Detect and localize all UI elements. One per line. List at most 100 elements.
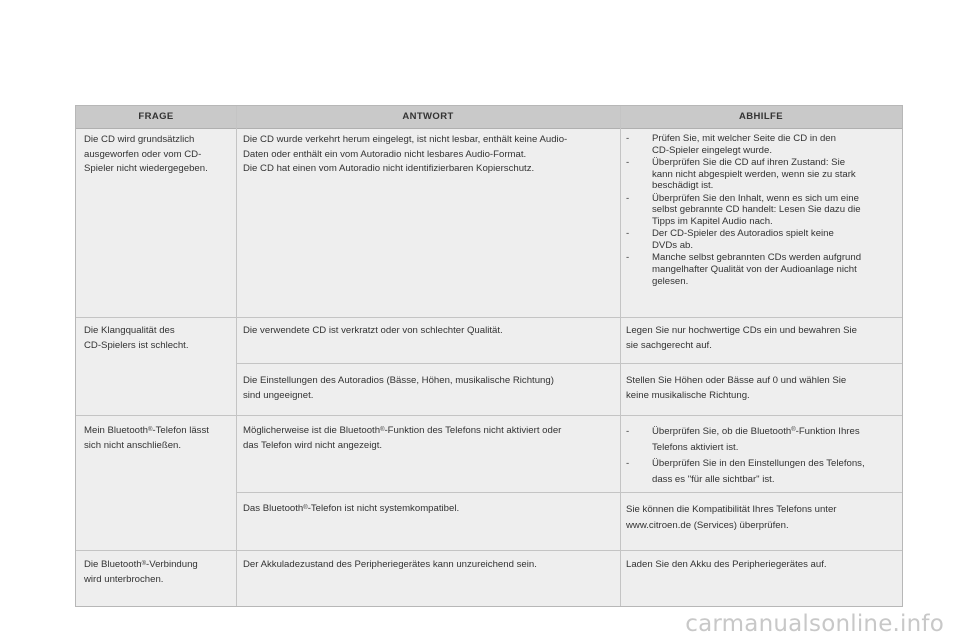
row6-frage: Die Bluetooth®-Verbindung wird unterbroc…	[84, 558, 232, 587]
row6-antwort: Der Akkuladezustand des Peripheriegeräte…	[243, 558, 615, 573]
text-part: Die Bluetooth	[84, 559, 142, 570]
row5-abhilfe: Sie können die Kompatibilität Ihres Tele…	[626, 502, 898, 534]
text-part: -Funktion Ihres	[795, 426, 860, 437]
list-item: - Manche selbst gebrannten CDs werden au…	[626, 252, 898, 287]
text-line: Überprüfen Sie die CD auf ihren Zustand:…	[652, 156, 846, 168]
text-line: Die CD wird grundsätzlich	[84, 134, 195, 145]
text-line: wird unterbrochen.	[84, 573, 164, 585]
text-line: CD-Spielers ist schlecht.	[84, 339, 189, 351]
registered-mark: ®	[141, 561, 147, 567]
text-line: Der Akkuladezustand des Peripheriegeräte…	[243, 559, 537, 570]
text-part: Das Bluetooth	[243, 503, 304, 514]
dash: -	[626, 252, 630, 264]
row-divider	[76, 415, 902, 416]
row5-antwort: Das Bluetooth®-Telefon ist nicht systemk…	[243, 502, 615, 517]
text-part: Überprüfen Sie, ob die Bluetooth	[652, 426, 792, 437]
list-item: - Überprüfen Sie, ob die Bluetooth®-Funk…	[626, 424, 898, 455]
list-item: - Der CD-Spieler des Autoradios spielt k…	[626, 228, 898, 252]
row1-frage: Die CD wird grundsätzlich ausgeworfen od…	[84, 133, 232, 177]
row2-antwort: Die verwendete CD ist verkratzt oder von…	[243, 324, 615, 339]
text-part: Mein Bluetooth	[84, 425, 148, 436]
dash: -	[626, 228, 630, 240]
text-line: Die CD wurde verkehrt herum eingelegt, i…	[243, 134, 568, 145]
text-line: ausgeworfen oder vom CD-	[84, 148, 202, 160]
row-divider	[236, 363, 902, 364]
bullet-list: - Überprüfen Sie, ob die Bluetooth®-Funk…	[626, 424, 898, 487]
text-part: -Telefon lässt	[152, 425, 209, 436]
text-part: -Funktion des Telefons nicht aktiviert o…	[384, 425, 562, 436]
header-frage: FRAGE	[138, 111, 174, 122]
text-line: Telefons aktiviert ist.	[652, 441, 739, 453]
text-line: sie sachgerecht auf.	[626, 339, 712, 351]
troubleshooting-table: FRAGE ANTWORT ABHILFE Die CD wird grunds…	[75, 105, 903, 607]
text-line: sich nicht anschließen.	[84, 439, 182, 451]
text-line: Stellen Sie Höhen oder Bässe auf 0 und w…	[626, 375, 847, 386]
row4-frage: Mein Bluetooth®-Telefon lässt sich nicht…	[84, 424, 232, 453]
dash: -	[626, 192, 630, 204]
dash: -	[626, 156, 630, 168]
row4-abhilfe: - Überprüfen Sie, ob die Bluetooth®-Funk…	[626, 424, 898, 488]
text-line: Möglicherweise ist die Bluetooth®-Funkti…	[243, 424, 615, 439]
text-line: kann nicht abgespielt werden, wenn sie z…	[652, 168, 856, 180]
text-line: das Telefon wird nicht angezeigt.	[243, 439, 383, 451]
text-line: Mein Bluetooth®-Telefon lässt	[84, 424, 232, 439]
column-divider	[236, 106, 237, 606]
watermark: carmanualsonline.info	[685, 611, 944, 637]
table-header: FRAGE ANTWORT ABHILFE	[76, 106, 902, 129]
list-item: - Überprüfen Sie in den Einstellungen de…	[626, 456, 898, 487]
text-line: gelesen.	[652, 275, 689, 287]
text-line: keine musikalische Richtung.	[626, 389, 750, 401]
text-line: Die Bluetooth®-Verbindung	[84, 558, 232, 573]
text-line: sind ungeeignet.	[243, 389, 314, 401]
text-line: Überprüfen Sie, ob die Bluetooth®-Funkti…	[652, 424, 898, 440]
registered-mark: ®	[380, 427, 385, 433]
column-divider	[620, 106, 621, 606]
row1-abhilfe: - Prüfen Sie, mit welcher Seite die CD i…	[626, 133, 898, 288]
registered-mark: ®	[148, 427, 153, 433]
row6-abhilfe: Laden Sie den Akku des Peripheriegerätes…	[626, 558, 898, 573]
header-abhilfe: ABHILFE	[739, 111, 783, 122]
text-line: Daten oder enthält ein vom Autoradio nic…	[243, 148, 527, 160]
text-line: Die CD hat einen vom Autoradio nicht ide…	[243, 163, 535, 174]
registered-mark: ®	[791, 427, 796, 433]
row4-antwort: Möglicherweise ist die Bluetooth®-Funkti…	[243, 424, 615, 453]
bullet-list: - Prüfen Sie, mit welcher Seite die CD i…	[626, 133, 898, 288]
list-item: - Überprüfen Sie die CD auf ihren Zustan…	[626, 157, 898, 192]
text-line: Der CD-Spieler des Autoradios spielt kei…	[652, 228, 834, 240]
text-line: Prüfen Sie, mit welcher Seite die CD in …	[652, 133, 836, 144]
dash: -	[626, 426, 630, 437]
list-item: - Überprüfen Sie den Inhalt, wenn es sic…	[626, 193, 898, 228]
row3-antwort: Die Einstellungen des Autoradios (Bässe,…	[243, 374, 615, 403]
text-line: Tipps im Kapitel Audio nach.	[652, 216, 773, 228]
text-line: Legen Sie nur hochwertige CDs ein und be…	[626, 325, 857, 336]
text-line: beschädigt ist.	[652, 180, 714, 192]
text-line: Die Klangqualität des	[84, 325, 175, 336]
text-line: DVDs ab.	[652, 240, 694, 252]
text-line: selbst gebrannte CD handelt: Lesen Sie d…	[652, 204, 861, 216]
dash: -	[626, 458, 630, 469]
header-antwort: ANTWORT	[402, 111, 454, 122]
row-divider	[76, 317, 902, 318]
dash: -	[626, 133, 630, 144]
text-part: -Verbindung	[146, 559, 198, 570]
text-line: CD-Spieler eingelegt wurde.	[652, 144, 772, 156]
text-line: Überprüfen Sie den Inhalt, wenn es sich …	[652, 192, 859, 204]
text-part: Möglicherweise ist die Bluetooth	[243, 425, 381, 436]
text-line: mangelhafter Qualität von der Audioanlag…	[652, 263, 857, 275]
row2-abhilfe: Legen Sie nur hochwertige CDs ein und be…	[626, 324, 898, 353]
row-divider	[76, 550, 902, 551]
text-line: Überprüfen Sie in den Einstellungen des …	[652, 458, 865, 469]
text-part: -Telefon ist nicht systemkompatibel.	[307, 503, 460, 514]
row2-frage: Die Klangqualität des CD-Spielers ist sc…	[84, 324, 232, 353]
row3-abhilfe: Stellen Sie Höhen oder Bässe auf 0 und w…	[626, 374, 898, 403]
text-line: Sie können die Kompatibilität Ihres Tele…	[626, 504, 837, 515]
text-line: Laden Sie den Akku des Peripheriegerätes…	[626, 559, 827, 570]
text-line: dass es "für alle sichtbar" ist.	[652, 473, 775, 485]
row1-antwort: Die CD wurde verkehrt herum eingelegt, i…	[243, 133, 615, 177]
row-divider	[236, 492, 902, 493]
list-item: - Prüfen Sie, mit welcher Seite die CD i…	[626, 133, 898, 157]
text-line: Spieler nicht wiedergegeben.	[84, 163, 208, 174]
text-line: www.citroen.de (Services) überprüfen.	[626, 520, 789, 531]
text-line: Manche selbst gebrannten CDs werden aufg…	[652, 252, 862, 264]
registered-mark: ®	[303, 505, 308, 511]
